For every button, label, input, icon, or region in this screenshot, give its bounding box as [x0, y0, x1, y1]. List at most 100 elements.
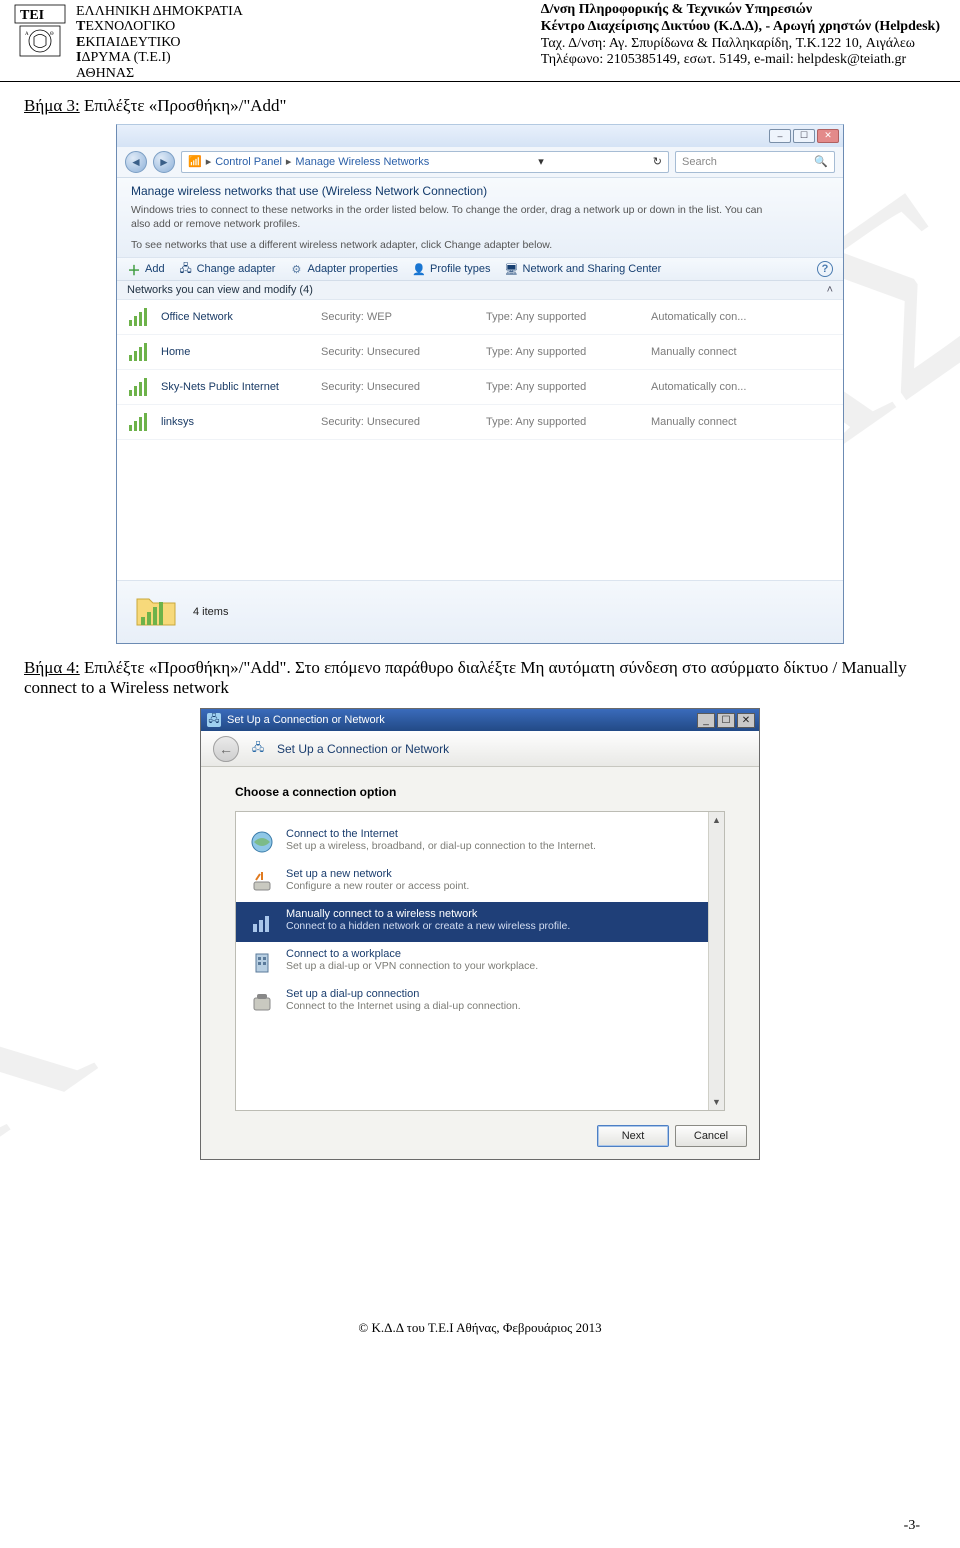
step-4-heading: Βήμα 4: Επιλέξτε «Προσθήκη»/"Add". Στο ε… [24, 658, 936, 698]
refresh-icon[interactable]: ↻ [653, 155, 662, 168]
signal-icon: 📶 [188, 155, 202, 168]
network-mode: Manually connect [651, 346, 737, 358]
org-info: ΕΛΛΗΝΙΚΗ ΔΗΜΟΚΡΑΤΙΑ ΤΕΧΝΟΛΟΓΙΚΟ ΕΚΠΑΙΔΕΥ… [76, 2, 243, 81]
choose-heading: Choose a connection option [235, 785, 725, 799]
profile-types-button[interactable]: 👤Profile types [412, 262, 491, 276]
option-manually-connect[interactable]: Manually connect to a wireless network C… [236, 902, 724, 942]
wizard-header: ← 🖧 Set Up a Connection or Network [201, 731, 759, 767]
network-type: Type: Any supported [486, 311, 651, 323]
scrollbar[interactable]: ▲ ▼ [708, 812, 724, 1110]
option-workplace[interactable]: Connect to a workplace Set up a dial-up … [236, 942, 724, 982]
toolbar: ＋Add 🖧Change adapter ⚙Adapter properties… [117, 258, 843, 281]
option-title: Manually connect to a wireless network [286, 908, 570, 920]
adapter-properties-button[interactable]: ⚙Adapter properties [289, 262, 398, 276]
building-icon [248, 948, 276, 976]
router-icon [248, 868, 276, 896]
change-adapter-button[interactable]: 🖧Change adapter [179, 262, 276, 276]
minimize-button[interactable]: _ [697, 713, 715, 728]
blank-area [117, 440, 843, 580]
folder-signal-icon [131, 591, 181, 633]
profile-icon: 👤 [412, 262, 426, 276]
info-title: Manage wireless networks that use (Wirel… [131, 184, 829, 198]
option-title: Connect to the Internet [286, 828, 596, 840]
network-row[interactable]: Sky-Nets Public Internet Security: Unsec… [117, 370, 843, 405]
window-icon: 🖧 [207, 713, 221, 727]
info-bar: Manage wireless networks that use (Wirel… [117, 178, 843, 258]
network-signal-icon [127, 306, 153, 328]
option-dialup[interactable]: Set up a dial-up connection Connect to t… [236, 982, 724, 1022]
network-security: Security: Unsecured [321, 346, 486, 358]
cancel-button[interactable]: Cancel [675, 1125, 747, 1147]
scroll-up-icon[interactable]: ▲ [709, 812, 724, 828]
network-type: Type: Any supported [486, 346, 651, 358]
maximize-button[interactable]: ☐ [717, 713, 735, 728]
caret-up-icon[interactable]: ˄ [827, 284, 833, 296]
network-row[interactable]: linksys Security: Unsecured Type: Any su… [117, 405, 843, 440]
gear-icon: ⚙ [289, 262, 303, 276]
org-line: ΕΛΛΗΝΙΚΗ ΔΗΜΟΚΡΑΤΙΑ [76, 4, 243, 19]
network-name: Office Network [161, 311, 321, 323]
wireless-icon [248, 908, 276, 936]
document-footer: © Κ.Δ.Δ του Τ.Ε.Ι Αθήνας, Φεβρουάριος 20… [0, 1320, 960, 1336]
forward-button[interactable]: ► [153, 151, 175, 173]
network-name: Sky-Nets Public Internet [161, 381, 321, 393]
option-desc: Configure a new router or access point. [286, 880, 469, 892]
wizard-body: Choose a connection option ▲ ▼ Connect t… [201, 767, 759, 1115]
dept-line: Κέντρο Διαχείρισης Δικτύου (Κ.Δ.Δ), - Αρ… [541, 19, 940, 36]
svg-text:TEI: TEI [20, 8, 44, 23]
network-row[interactable]: Home Security: Unsecured Type: Any suppo… [117, 335, 843, 370]
step-text: Επιλέξτε «Προσθήκη»/"Add". Στο επόμενο π… [24, 658, 907, 697]
option-connect-internet[interactable]: Connect to the Internet Set up a wireles… [236, 822, 724, 862]
network-list: Office Network Security: WEP Type: Any s… [117, 300, 843, 440]
networks-subheader: Networks you can view and modify (4) ˄ [117, 281, 843, 300]
back-button[interactable]: ◄ [125, 151, 147, 173]
minimize-button[interactable]: – [769, 129, 791, 143]
step-3-heading: Βήμα 3: Επιλέξτε «Προσθήκη»/"Add" [24, 96, 936, 116]
document-header: TEI A Θ ΕΛΛΗΝΙΚΗ ΔΗΜΟΚΡΑΤΙΑ ΤΕΧΝΟΛΟΓΙΚΟ … [0, 0, 960, 82]
titlebar: – ☐ ✕ [117, 125, 843, 147]
next-button[interactable]: Next [597, 1125, 669, 1147]
org-line: ΑΘΗΝΑΣ [76, 66, 243, 81]
close-button[interactable]: ✕ [737, 713, 755, 728]
step-label: Βήμα 3: [24, 96, 80, 115]
option-title: Set up a new network [286, 868, 469, 880]
dept-line: Δ/νση Πληροφορικής & Τεχνικών Υπηρεσιών [541, 2, 940, 19]
breadcrumb-item[interactable]: Control Panel [215, 156, 282, 168]
network-mode: Manually connect [651, 416, 737, 428]
add-button[interactable]: ＋Add [127, 262, 165, 276]
search-placeholder: Search [682, 156, 717, 168]
network-security: Security: Unsecured [321, 416, 486, 428]
dropdown-icon[interactable]: ▾ [538, 155, 544, 168]
svg-text:Θ: Θ [50, 32, 54, 37]
option-new-network[interactable]: Set up a new network Configure a new rou… [236, 862, 724, 902]
network-icon: 🖧 [249, 740, 267, 758]
page-number: -3- [904, 1518, 920, 1534]
address-row: ◄ ► 📶 ▸ Control Panel ▸ Manage Wireless … [117, 147, 843, 178]
search-input[interactable]: Search 🔍 [675, 151, 835, 173]
network-sharing-center-button[interactable]: 🖥Network and Sharing Center [505, 262, 662, 276]
items-count: 4 items [193, 606, 228, 618]
scroll-down-icon[interactable]: ▼ [709, 1094, 724, 1110]
globe-icon [248, 828, 276, 856]
close-button[interactable]: ✕ [817, 129, 839, 143]
tei-logo: TEI A Θ [10, 2, 70, 62]
phone-line: Τηλέφωνο: 2105385149, εσωτ. 5149, e-mail… [541, 52, 940, 69]
option-title: Connect to a workplace [286, 948, 538, 960]
network-signal-icon [127, 411, 153, 433]
network-signal-icon [127, 376, 153, 398]
adapter-icon: 🖧 [179, 262, 193, 276]
maximize-button[interactable]: ☐ [793, 129, 815, 143]
manage-wireless-window: – ☐ ✕ ◄ ► 📶 ▸ Control Panel ▸ Manage Wir… [116, 124, 844, 644]
step-text: Επιλέξτε «Προσθήκη»/"Add" [80, 96, 287, 115]
address-bar[interactable]: 📶 ▸ Control Panel ▸ Manage Wireless Netw… [181, 151, 669, 173]
search-icon: 🔍 [814, 155, 828, 168]
info-desc: Windows tries to connect to these networ… [131, 204, 781, 231]
help-icon[interactable]: ? [817, 261, 833, 277]
option-desc: Connect to a hidden network or create a … [286, 920, 570, 932]
breadcrumb-item[interactable]: Manage Wireless Networks [295, 156, 429, 168]
network-signal-icon [127, 341, 153, 363]
back-button[interactable]: ← [213, 736, 239, 762]
option-title: Set up a dial-up connection [286, 988, 521, 1000]
network-row[interactable]: Office Network Security: WEP Type: Any s… [117, 300, 843, 335]
addr-line: Ταχ. Δ/νση: Αγ. Σπυρίδωνα & Παλληκαρίδη,… [541, 36, 940, 53]
